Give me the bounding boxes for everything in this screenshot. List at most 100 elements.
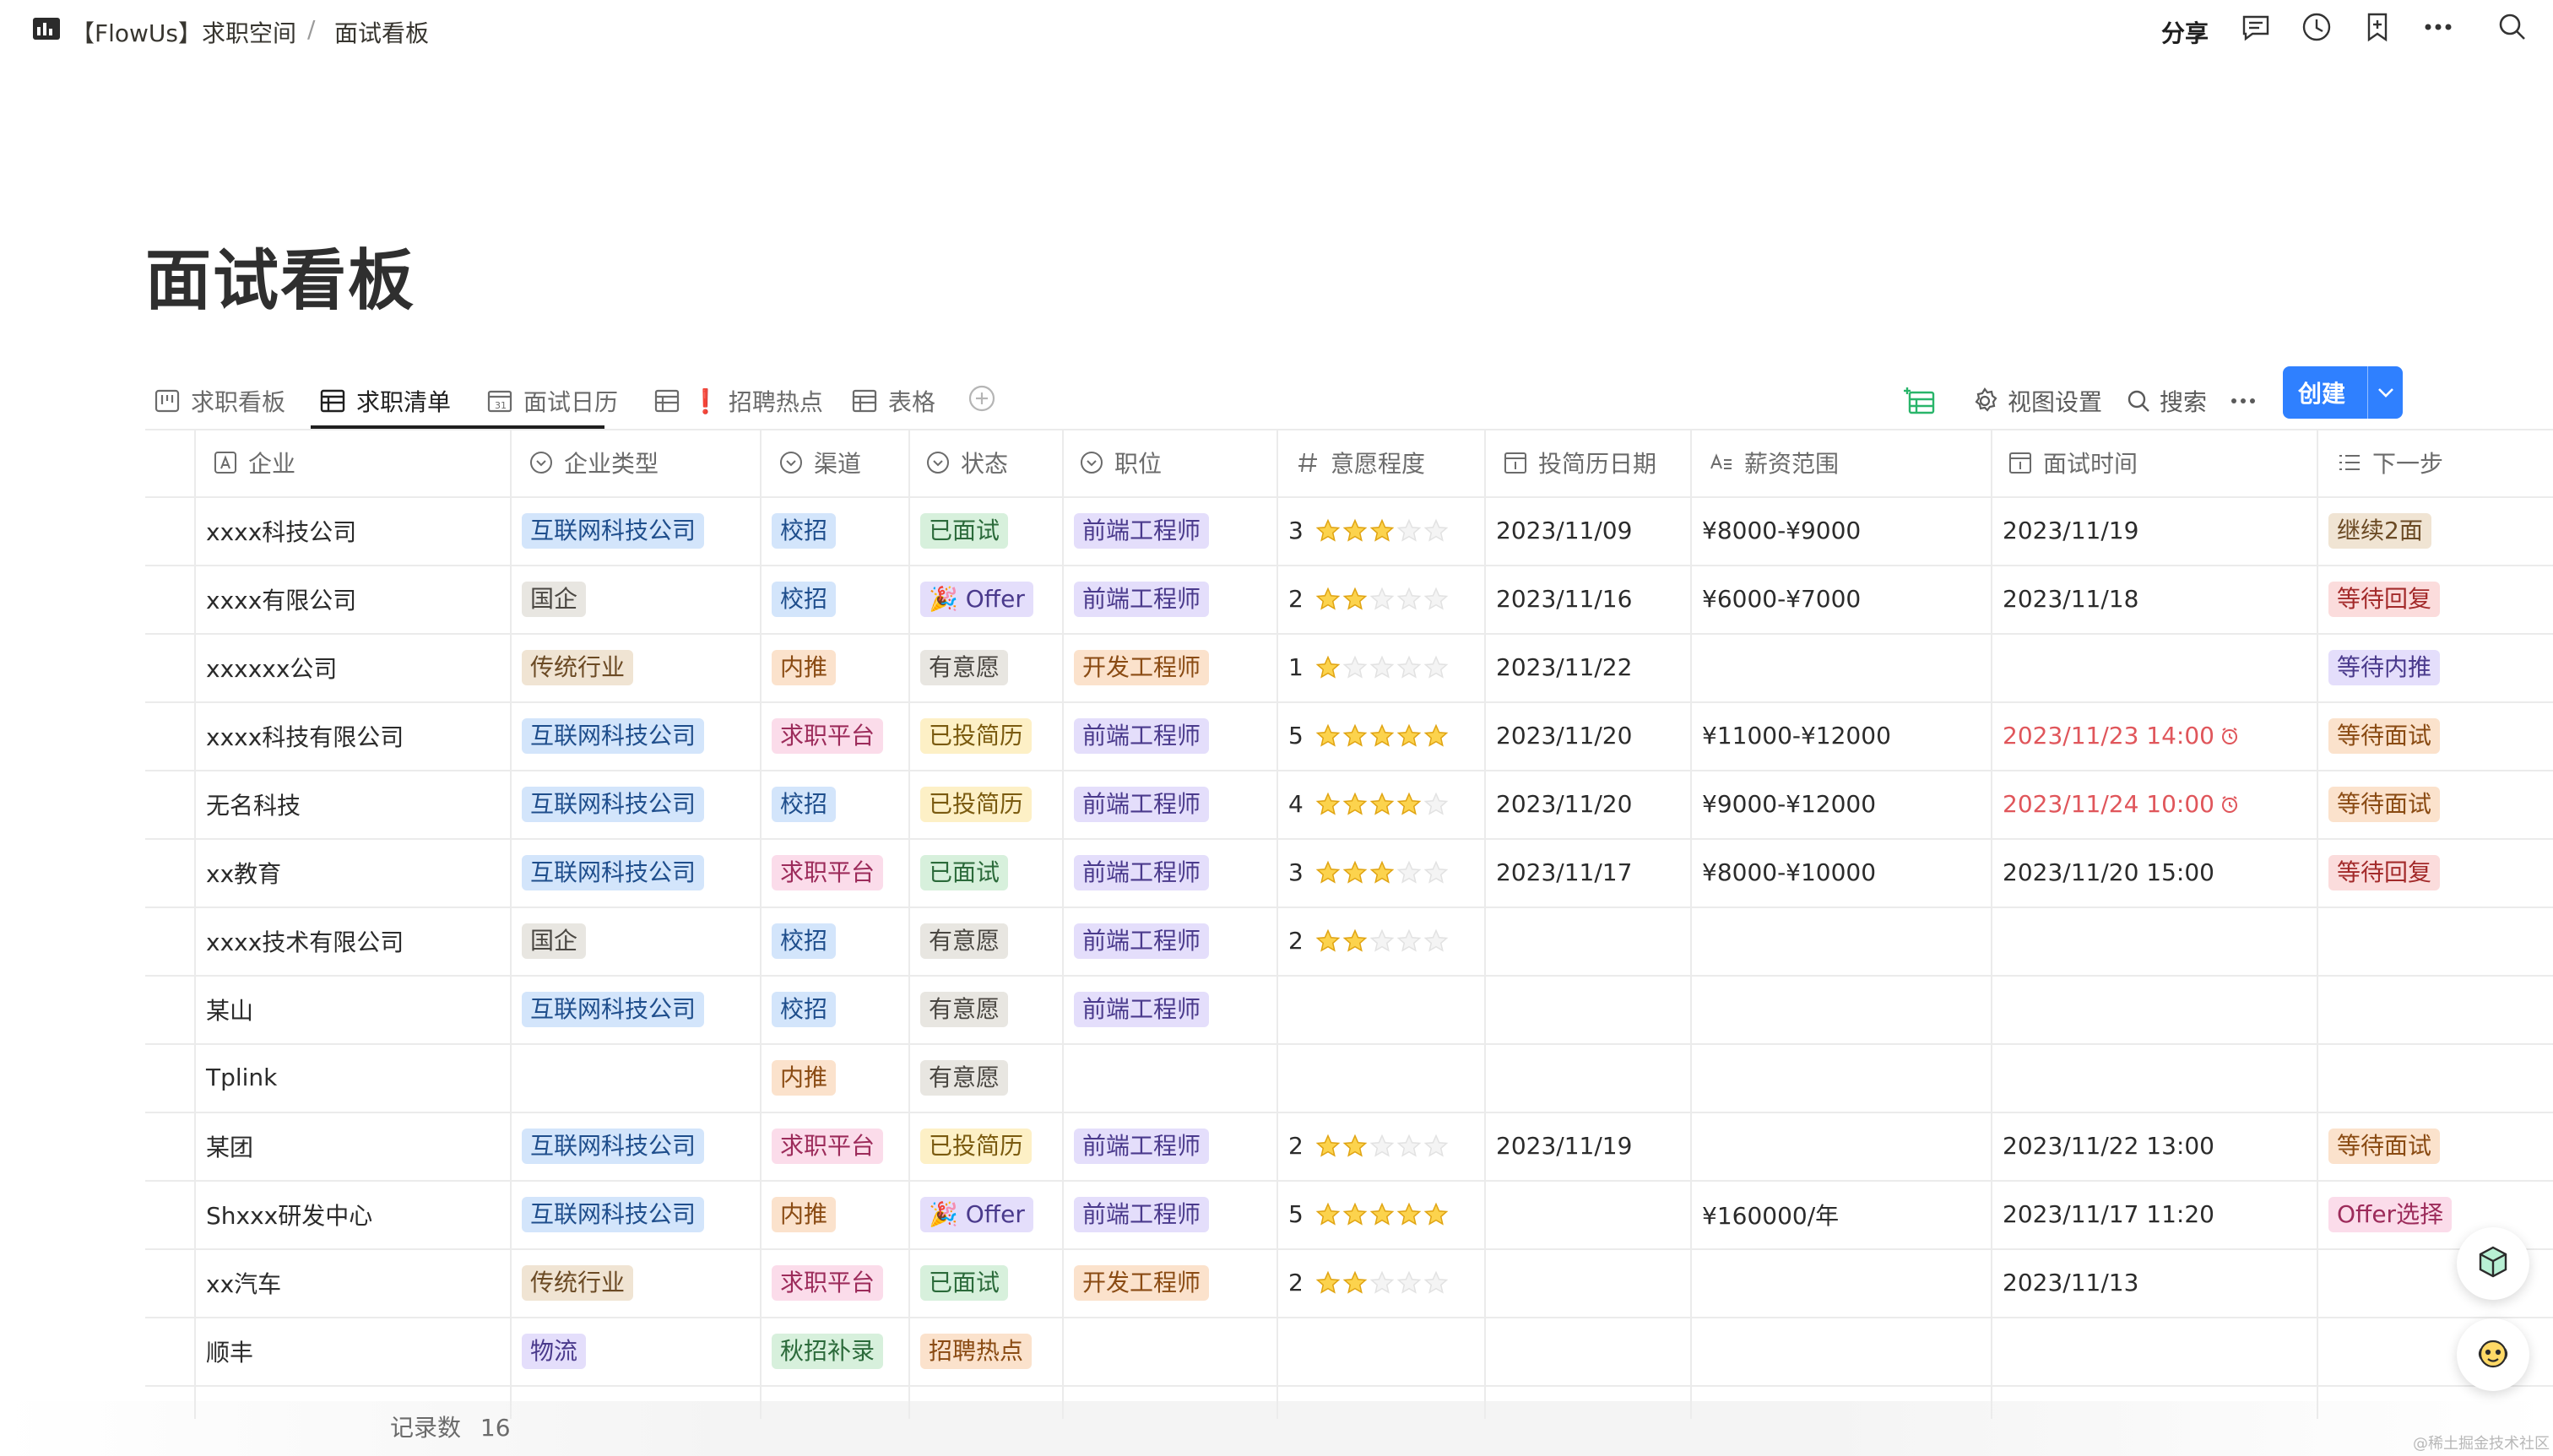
cell-position[interactable]: 前端工程师 [1074, 1112, 1271, 1180]
cell-position[interactable]: 前端工程师 [1074, 496, 1271, 565]
cell-interview-time[interactable] [2003, 1043, 2312, 1112]
cell-company[interactable]: 某团 [206, 1112, 505, 1180]
cell-next-step[interactable] [2328, 1043, 2548, 1112]
cell-salary[interactable] [1702, 1317, 1986, 1385]
cell-next-step[interactable]: 继续2面 [2328, 496, 2548, 565]
cell-willingness[interactable]: 2 [1288, 565, 1479, 633]
cell-status[interactable]: 招聘热点 [920, 1317, 1057, 1385]
cell-next-step[interactable]: 等待回复 [2328, 565, 2548, 633]
cell-apply-date[interactable]: 2023/11/17 [1496, 838, 1685, 907]
cell-salary[interactable]: ¥11000-¥12000 [1702, 701, 1986, 770]
cell-company[interactable]: xx汽车 [206, 1248, 505, 1317]
cell-willingness[interactable]: 4 [1288, 770, 1479, 838]
share-button[interactable]: 分享 [2161, 15, 2209, 49]
bookmark-icon[interactable] [2361, 10, 2394, 47]
cell-interview-time[interactable] [2003, 907, 2312, 975]
cell-channel[interactable]: 内推 [772, 633, 903, 701]
cell-position[interactable]: 前端工程师 [1074, 838, 1271, 907]
cell-salary[interactable]: ¥8000-¥10000 [1702, 838, 1986, 907]
column-header-interview-time[interactable]: 面试时间 [2008, 429, 2138, 496]
more-options-icon[interactable] [2229, 371, 2258, 430]
cell-salary[interactable] [1702, 907, 1986, 975]
box-float-button[interactable] [2457, 1227, 2529, 1300]
cell-position[interactable] [1074, 1043, 1271, 1112]
cell-salary[interactable]: ¥160000/年 [1702, 1180, 1986, 1248]
cell-apply-date[interactable] [1496, 1043, 1685, 1112]
chevron-down-icon[interactable] [2368, 387, 2403, 398]
cell-apply-date[interactable]: 2023/11/09 [1496, 496, 1685, 565]
cell-interview-time[interactable]: 2023/11/13 [2003, 1248, 2312, 1317]
cell-apply-date[interactable]: 2023/11/20 [1496, 770, 1685, 838]
cell-interview-time[interactable]: 2023/11/22 13:00 [2003, 1112, 2312, 1180]
cell-company-type[interactable]: 互联网科技公司 [522, 770, 755, 838]
cell-status[interactable]: 已投简历 [920, 701, 1057, 770]
cell-position[interactable]: 前端工程师 [1074, 701, 1271, 770]
cell-company[interactable]: xxxx科技有限公司 [206, 701, 505, 770]
cell-channel[interactable]: 内推 [772, 1180, 903, 1248]
column-header-apply-date[interactable]: 投简历日期 [1503, 429, 1656, 496]
cell-interview-time[interactable] [2003, 975, 2312, 1043]
tab-hiring-hotspots[interactable]: ❗ 招聘热点 [653, 371, 823, 430]
cell-next-step[interactable]: 等待面试 [2328, 1112, 2548, 1180]
cell-position[interactable] [1074, 1317, 1271, 1385]
tab-table[interactable]: 表格 [851, 371, 935, 430]
cell-position[interactable]: 开发工程师 [1074, 633, 1271, 701]
cell-salary[interactable] [1702, 1043, 1986, 1112]
cell-willingness[interactable]: 3 [1288, 838, 1479, 907]
cell-apply-date[interactable]: 2023/11/16 [1496, 565, 1685, 633]
cell-company[interactable]: 顺丰 [206, 1317, 505, 1385]
cell-willingness[interactable]: 2 [1288, 1112, 1479, 1180]
cell-channel[interactable]: 求职平台 [772, 1248, 903, 1317]
cell-next-step[interactable]: 等待面试 [2328, 701, 2548, 770]
create-button[interactable]: 创建 [2283, 366, 2403, 419]
cell-status[interactable]: 有意愿 [920, 907, 1057, 975]
assistant-float-button[interactable] [2457, 1318, 2529, 1391]
column-header-company-type[interactable]: 企业类型 [528, 429, 659, 496]
column-header-channel[interactable]: 渠道 [778, 429, 861, 496]
cell-next-step[interactable]: 等待面试 [2328, 770, 2548, 838]
cell-company-type[interactable]: 传统行业 [522, 633, 755, 701]
cell-position[interactable]: 前端工程师 [1074, 565, 1271, 633]
cell-status[interactable]: 有意愿 [920, 633, 1057, 701]
cell-position[interactable]: 前端工程师 [1074, 770, 1271, 838]
cell-status[interactable]: 有意愿 [920, 1043, 1057, 1112]
tab-interview-calendar[interactable]: 31 面试日历 [486, 371, 618, 430]
cell-salary[interactable] [1702, 1112, 1986, 1180]
breadcrumb-page[interactable]: 面试看板 [334, 15, 429, 49]
comment-icon[interactable] [2239, 10, 2273, 47]
cell-company-type[interactable]: 国企 [522, 565, 755, 633]
cell-status[interactable]: 已面试 [920, 1248, 1057, 1317]
cell-status[interactable]: 有意愿 [920, 975, 1057, 1043]
column-header-company[interactable]: 企业 [213, 429, 295, 496]
cell-interview-time[interactable]: 2023/11/17 11:20 [2003, 1180, 2312, 1248]
cell-willingness[interactable]: 1 [1288, 633, 1479, 701]
cell-company[interactable]: xx教育 [206, 838, 505, 907]
cell-next-step[interactable]: 等待回复 [2328, 838, 2548, 907]
cell-position[interactable]: 前端工程师 [1074, 907, 1271, 975]
cell-company[interactable]: 无名科技 [206, 770, 505, 838]
cell-willingness[interactable]: 2 [1288, 907, 1479, 975]
cell-status[interactable]: 已投简历 [920, 1112, 1057, 1180]
cell-company-type[interactable]: 互联网科技公司 [522, 975, 755, 1043]
workspace-icon[interactable] [32, 17, 61, 41]
cell-willingness[interactable]: 3 [1288, 496, 1479, 565]
column-header-willingness[interactable]: 意愿程度 [1295, 429, 1425, 496]
cell-interview-time[interactable]: 2023/11/24 10:00 [2003, 770, 2312, 838]
cell-channel[interactable]: 内推 [772, 1043, 903, 1112]
cell-willingness[interactable]: 5 [1288, 1180, 1479, 1248]
cell-interview-time[interactable]: 2023/11/19 [2003, 496, 2312, 565]
cell-apply-date[interactable]: 2023/11/20 [1496, 701, 1685, 770]
cell-interview-time[interactable]: 2023/11/20 15:00 [2003, 838, 2312, 907]
cell-channel[interactable]: 求职平台 [772, 838, 903, 907]
cell-status[interactable]: 已面试 [920, 496, 1057, 565]
cell-next-step[interactable]: 等待内推 [2328, 633, 2548, 701]
add-view-button[interactable] [968, 371, 996, 430]
cell-interview-time[interactable]: 2023/11/23 14:00 [2003, 701, 2312, 770]
cell-company[interactable]: xxxx科技公司 [206, 496, 505, 565]
column-header-next-step[interactable]: 下一步 [2337, 429, 2443, 496]
cell-status[interactable]: 🎉 Offer [920, 1180, 1057, 1248]
cell-apply-date[interactable] [1496, 1248, 1685, 1317]
cell-interview-time[interactable] [2003, 1317, 2312, 1385]
clock-icon[interactable] [2300, 10, 2333, 47]
tab-job-list[interactable]: 求职清单 [319, 371, 451, 430]
